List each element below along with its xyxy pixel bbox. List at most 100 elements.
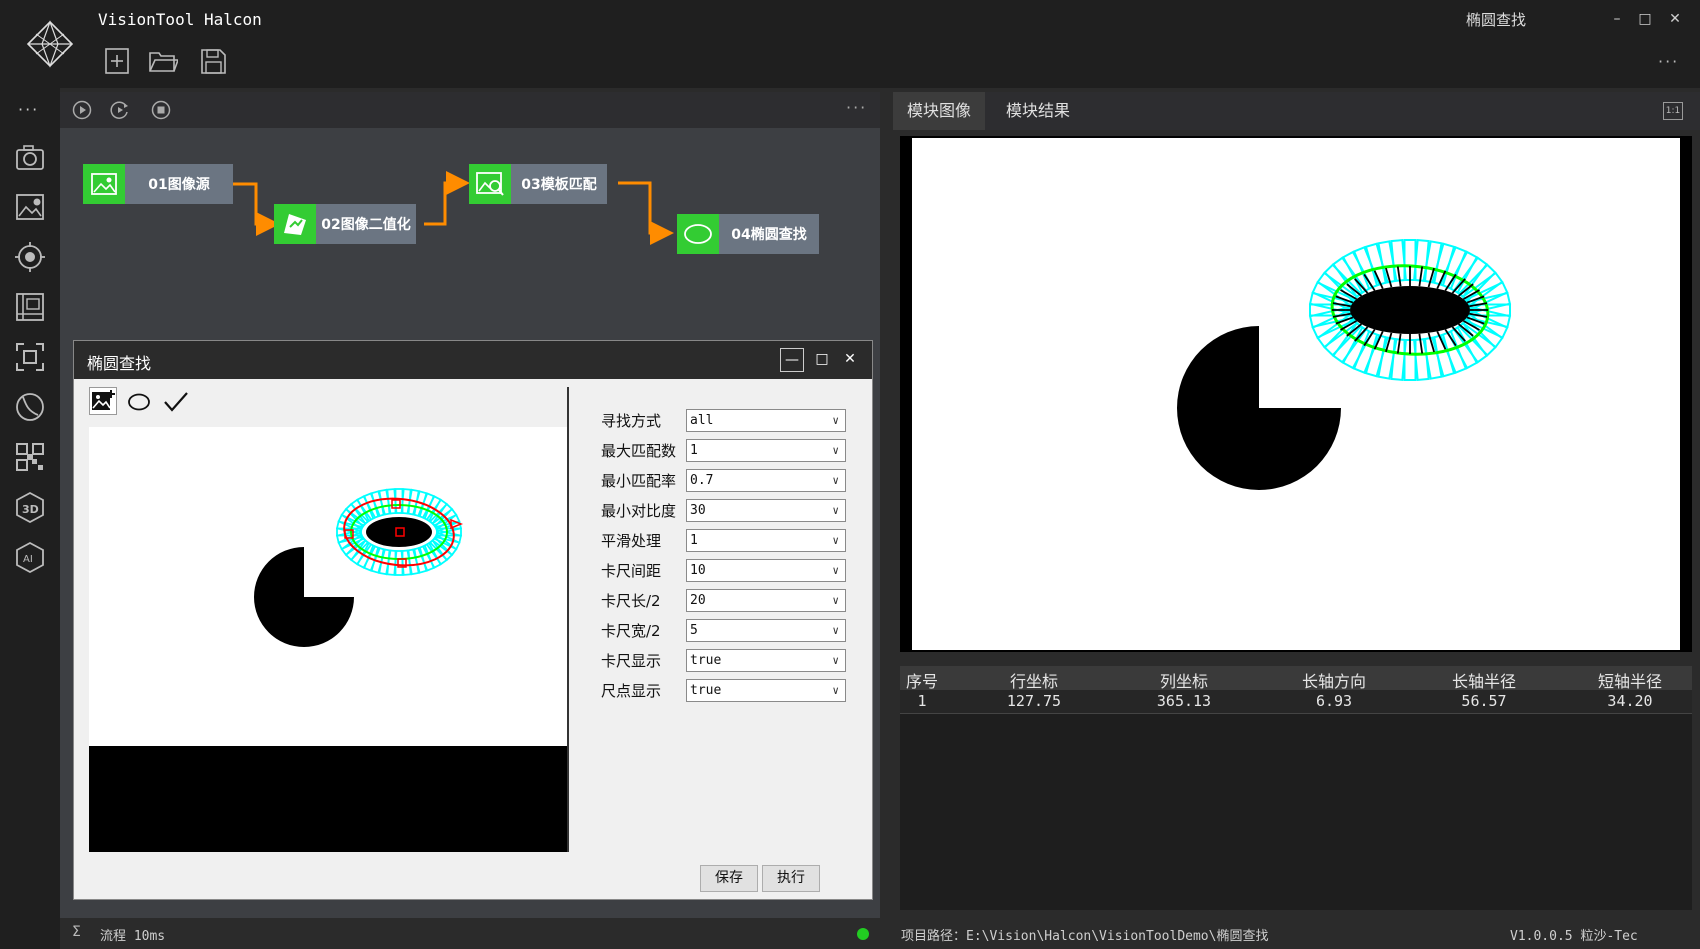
dialog-image-black-region xyxy=(89,746,567,852)
execute-button[interactable]: 执行 xyxy=(762,865,820,892)
param-caliper-length-select[interactable]: 20 ∨ xyxy=(686,589,846,612)
param-label: 最大匹配数 xyxy=(601,442,677,460)
dialog-splitter[interactable] xyxy=(567,387,569,852)
svg-text:3D: 3D xyxy=(22,503,39,516)
app-logo-icon xyxy=(26,20,74,68)
flow-node-label: 02图像二值化 xyxy=(316,204,416,244)
table-cell: 6.93 xyxy=(1315,692,1353,710)
image-add-button[interactable] xyxy=(89,387,117,415)
result-table-header: 序号 行坐标 列坐标 长轴方向 长轴半径 短轴半径 xyxy=(900,666,1692,692)
version-label: V1.0.0.5 粒沙-Tec xyxy=(1510,929,1638,944)
flow-node-label: 03模板匹配 xyxy=(511,164,607,204)
param-label: 卡尺间距 xyxy=(601,562,662,580)
param-search-mode-select[interactable]: all ∨ xyxy=(686,409,846,432)
column-header[interactable]: 列坐标 xyxy=(1144,668,1224,692)
param-smoothing-select[interactable]: 1 ∨ xyxy=(686,529,846,552)
flow-more-icon[interactable]: ··· xyxy=(846,98,867,117)
caliper-spoke xyxy=(1396,333,1402,354)
param-label: 尺点显示 xyxy=(601,682,662,700)
table-row[interactable]: 1 127.75 365.13 6.93 56.57 34.20 xyxy=(900,690,1692,714)
loop-run-icon[interactable] xyxy=(110,100,130,120)
column-header[interactable]: 短轴半径 xyxy=(1580,668,1680,692)
svg-text:AI: AI xyxy=(23,554,33,565)
param-min-contrast-select[interactable]: 30 ∨ xyxy=(686,499,846,522)
close-button[interactable]: ✕ xyxy=(1664,8,1686,30)
flow-toolbar: ··· xyxy=(60,92,880,128)
camera-icon[interactable] xyxy=(14,141,46,173)
ellipse-icon xyxy=(677,214,719,254)
flow-status-bar: Σ 流程 10ms xyxy=(60,918,880,949)
table-cell: 127.75 xyxy=(1006,692,1062,710)
param-caliper-width-select[interactable]: 5 ∨ xyxy=(686,619,846,642)
template-match-icon xyxy=(469,164,511,204)
focus-icon[interactable] xyxy=(14,341,46,373)
column-header[interactable]: 长轴方向 xyxy=(1284,668,1384,692)
caliper-spoke xyxy=(1418,333,1424,354)
dialog-close-button[interactable]: ✕ xyxy=(838,348,862,372)
param-point-display-select[interactable]: true ∨ xyxy=(686,679,846,702)
param-label: 最小对比度 xyxy=(601,502,677,520)
sidebar-more-icon[interactable]: ··· xyxy=(18,100,39,119)
param-caliper-display-select[interactable]: true ∨ xyxy=(686,649,846,672)
more-options-icon[interactable]: ··· xyxy=(1658,52,1679,71)
save-icon[interactable] xyxy=(198,46,228,76)
open-folder-icon[interactable] xyxy=(148,46,178,76)
dialog-title-bar: 椭圆查找 — □ ✕ xyxy=(74,341,872,379)
param-label: 卡尺宽/2 xyxy=(601,622,661,640)
run-status-indicator xyxy=(857,928,869,940)
project-status-bar: 项目路径：E:\Vision\Halcon\VisionToolDemo\椭圆查… xyxy=(893,918,1700,949)
flow-node-template-match[interactable]: 03模板匹配 xyxy=(469,164,607,204)
param-label: 寻找方式 xyxy=(601,412,662,430)
ai-icon[interactable]: AI xyxy=(14,541,46,573)
flow-node-binarize[interactable]: 02图像二值化 xyxy=(274,204,416,244)
image-settings-icon[interactable] xyxy=(14,191,46,223)
minimize-button[interactable]: – xyxy=(1606,8,1628,30)
binarize-icon xyxy=(274,204,316,244)
param-max-matches-select[interactable]: 1 ∨ xyxy=(686,439,846,462)
caliper-spoke xyxy=(1396,266,1402,287)
title-bar: VisionTool Halcon 椭圆查找 – □ ✕ ··· xyxy=(0,0,1700,88)
qr-code-icon[interactable] xyxy=(14,441,46,473)
target-icon[interactable] xyxy=(14,241,46,273)
fit-1-1-icon[interactable]: 1:1 xyxy=(1663,102,1683,120)
module-image-view[interactable] xyxy=(900,136,1692,652)
flow-node-label: 04椭圆查找 xyxy=(719,214,819,254)
current-module-name: 椭圆查找 xyxy=(1466,11,1527,29)
column-header[interactable]: 行坐标 xyxy=(994,668,1074,692)
new-file-icon[interactable] xyxy=(102,46,132,76)
flow-node-image-source[interactable]: 01图像源 xyxy=(83,164,233,204)
column-header[interactable]: 长轴半径 xyxy=(1434,668,1534,692)
param-label: 卡尺长/2 xyxy=(601,592,661,610)
flow-node-ellipse-find[interactable]: 04椭圆查找 xyxy=(677,214,819,254)
3d-icon[interactable]: 3D xyxy=(14,491,46,523)
column-header[interactable]: 序号 xyxy=(906,668,938,692)
dialog-maximize-button[interactable]: □ xyxy=(810,348,834,372)
flow-time: 流程 10ms xyxy=(100,929,166,944)
maximize-button[interactable]: □ xyxy=(1634,8,1656,30)
stop-icon[interactable] xyxy=(151,100,171,120)
table-cell: 34.20 xyxy=(1607,692,1653,710)
param-label: 最小匹配率 xyxy=(601,472,677,490)
image-add-icon xyxy=(92,390,115,410)
param-caliper-spacing-select[interactable]: 10 ∨ xyxy=(686,559,846,582)
sigma-icon: Σ xyxy=(72,924,81,940)
param-min-score-select[interactable]: 0.7 ∨ xyxy=(686,469,846,492)
dialog-title: 椭圆查找 xyxy=(87,354,152,373)
table-cell: 56.57 xyxy=(1461,692,1507,710)
result-table: 序号 行坐标 列坐标 长轴方向 长轴半径 短轴半径 1 127.75 365.1… xyxy=(900,666,1692,910)
module-image-canvas xyxy=(912,138,1680,650)
tab-module-result[interactable]: 模块结果 xyxy=(992,92,1084,130)
ellipse-tool-icon[interactable] xyxy=(126,391,152,413)
run-icon[interactable] xyxy=(72,100,92,120)
save-button[interactable]: 保存 xyxy=(700,865,758,892)
project-path: 项目路径：E:\Vision\Halcon\VisionToolDemo\椭圆查… xyxy=(901,929,1269,944)
module-result-graphic xyxy=(1177,239,1512,490)
check-icon[interactable] xyxy=(162,390,190,414)
curve-icon[interactable] xyxy=(14,391,46,423)
gallery-icon[interactable] xyxy=(14,291,46,323)
param-label: 平滑处理 xyxy=(601,532,662,550)
caliper-spoke xyxy=(1418,266,1424,287)
dialog-minimize-button[interactable]: — xyxy=(780,348,804,372)
tab-module-image[interactable]: 模块图像 xyxy=(893,92,986,130)
dialog-image-view[interactable] xyxy=(89,427,567,852)
